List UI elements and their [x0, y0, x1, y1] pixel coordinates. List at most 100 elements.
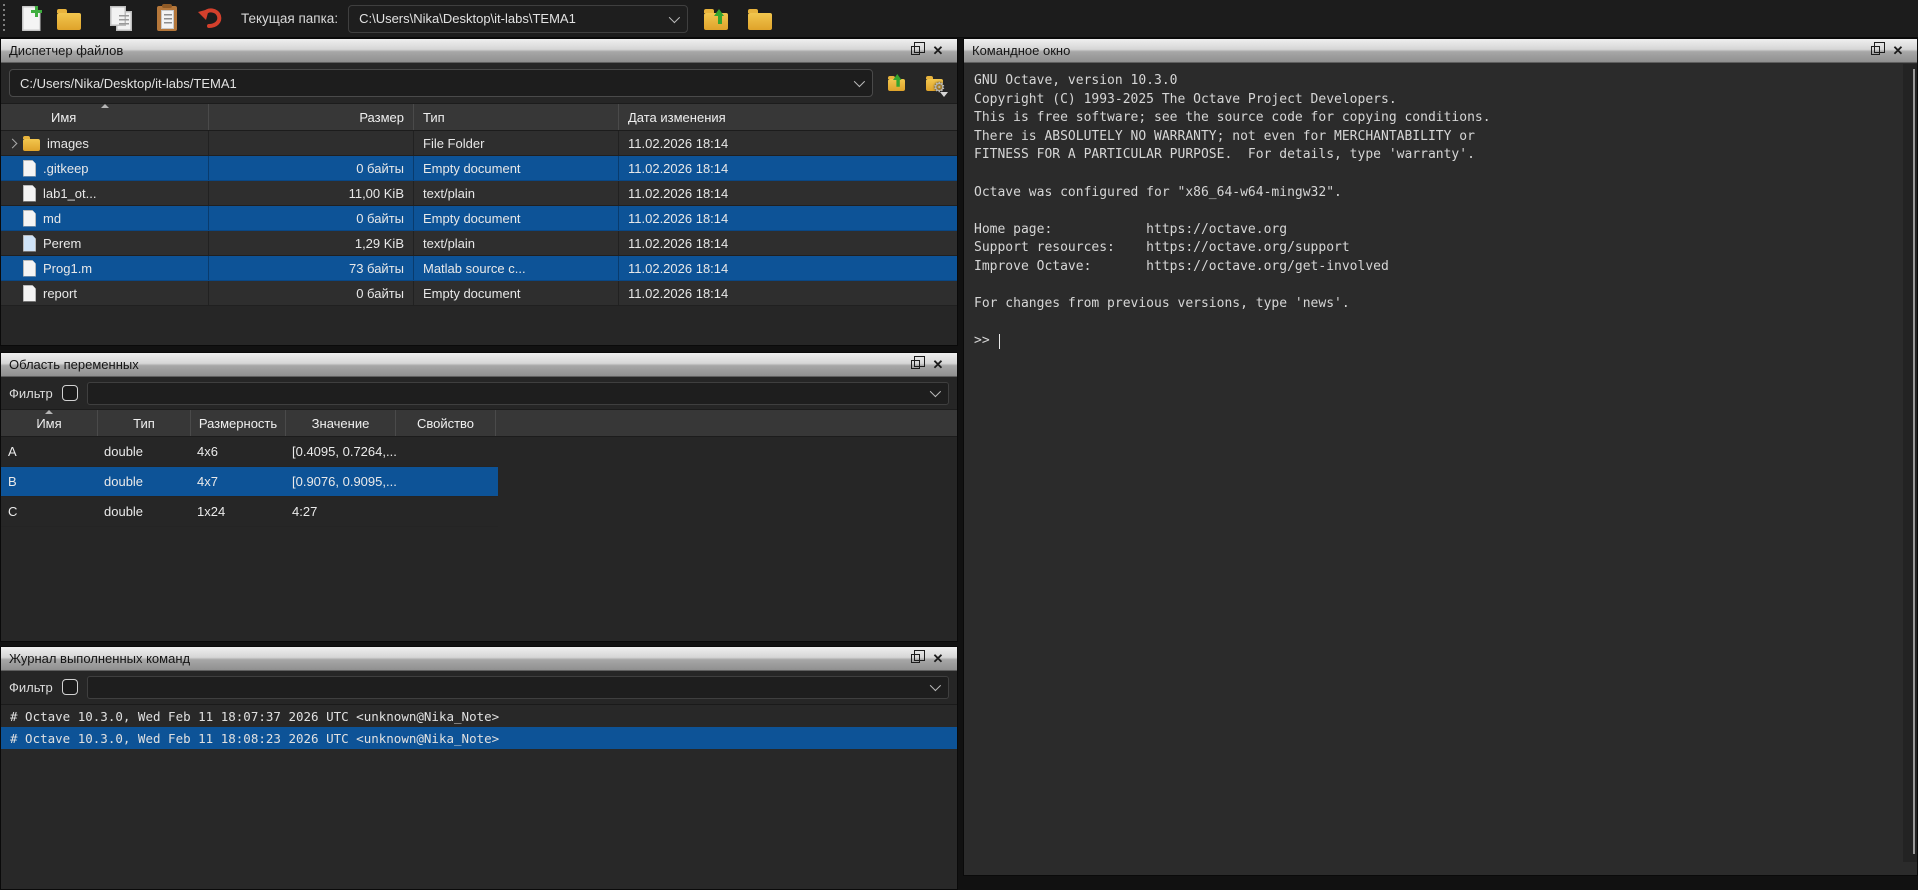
file-date: 11.02.2026 18:14	[619, 231, 957, 255]
copy-button[interactable]	[105, 3, 137, 35]
current-folder-path: C:\Users\Nika\Desktop\it-labs\TEMA1	[359, 11, 659, 26]
column-header-attribute[interactable]: Свойство	[396, 410, 496, 436]
history-filter-row: Фильтр	[1, 671, 957, 703]
folder-up-button[interactable]	[700, 3, 732, 35]
column-header-date[interactable]: Дата изменения	[619, 104, 957, 130]
variable-name: C	[1, 504, 98, 519]
file-row[interactable]: report 0 байты Empty document 11.02.2026…	[1, 281, 957, 306]
file-date: 11.02.2026 18:14	[619, 281, 957, 305]
undock-icon	[911, 46, 920, 55]
file-row[interactable]: Perem 1,29 KiB text/plain 11.02.2026 18:…	[1, 231, 957, 256]
filter-checkbox[interactable]	[62, 385, 78, 401]
file-manager-titlebar: Диспетчер файлов ✕	[1, 39, 957, 63]
workspace-titlebar: Область переменных ✕	[1, 353, 957, 377]
undock-icon	[911, 360, 920, 369]
column-header-name[interactable]: Имя	[1, 104, 209, 130]
command-output: GNU Octave, version 10.3.0 Copyright (C)…	[974, 72, 1903, 314]
close-button[interactable]: ✕	[927, 42, 949, 60]
column-header-value[interactable]: Значение	[286, 410, 396, 436]
file-row[interactable]: md 0 байты Empty document 11.02.2026 18:…	[1, 206, 957, 231]
variable-row[interactable]: A double 4x6 [0.4095, 0.7264,...	[1, 437, 498, 467]
copy-icon	[116, 11, 132, 31]
history-titlebar: Журнал выполненных команд ✕	[1, 647, 957, 671]
column-header-size[interactable]: Размер	[209, 104, 414, 130]
undo-icon	[198, 7, 224, 31]
history-entry[interactable]: # Octave 10.3.0, Wed Feb 11 18:07:37 202…	[1, 705, 957, 727]
file-size	[209, 131, 414, 155]
column-header-type[interactable]: Тип	[414, 104, 619, 130]
file-manager-toolbar: C:/Users/Nika/Desktop/it-labs/TEMA1 ⚙	[1, 63, 957, 103]
column-header-name[interactable]: Имя	[1, 410, 98, 436]
chevron-down-icon	[669, 11, 680, 22]
expand-chevron-icon[interactable]	[8, 138, 18, 148]
filter-combobox[interactable]	[87, 382, 949, 405]
variable-row[interactable]: B double 4x7 [0.9076, 0.9095,...	[1, 467, 498, 497]
file-row[interactable]: Prog1.m 73 байты Matlab source c... 11.0…	[1, 256, 957, 281]
file-name: lab1_ot...	[43, 186, 97, 201]
column-header-type[interactable]: Тип	[98, 410, 191, 436]
file-date: 11.02.2026 18:14	[619, 181, 957, 205]
command-window-titlebar: Командное окно ✕	[964, 39, 1917, 63]
variables-table-header: Имя Тип Размерность Значение Свойство	[1, 409, 957, 437]
panel-title: Область переменных	[9, 357, 905, 372]
variable-row[interactable]: C double 1x24 4:27	[1, 497, 498, 527]
file-name: md	[43, 211, 61, 226]
current-folder-combobox[interactable]: C:\Users\Nika\Desktop\it-labs\TEMA1	[348, 5, 688, 33]
command-window-body[interactable]: GNU Octave, version 10.3.0 Copyright (C)…	[964, 64, 1903, 875]
command-history-panel: Журнал выполненных команд ✕ Фильтр # Oct…	[0, 646, 958, 890]
folder-actions-button[interactable]: ⚙	[919, 70, 949, 96]
close-button[interactable]: ✕	[927, 356, 949, 374]
undock-icon	[1871, 46, 1880, 55]
scrollbar-thumb[interactable]	[1913, 69, 1915, 854]
undock-icon	[911, 654, 920, 663]
chevron-down-icon	[930, 386, 941, 397]
workspace-filter-row: Фильтр	[1, 377, 957, 409]
command-prompt-line[interactable]: >>	[974, 332, 1903, 351]
file-type: File Folder	[414, 131, 619, 155]
file-size: 0 байты	[209, 206, 414, 230]
history-entry-text: # Octave 10.3.0, Wed Feb 11 18:08:23 202…	[10, 731, 499, 746]
plus-icon	[31, 6, 42, 17]
file-path-combobox[interactable]: C:/Users/Nika/Desktop/it-labs/TEMA1	[9, 69, 873, 97]
new-script-button[interactable]	[15, 3, 47, 35]
file-type: text/plain	[414, 231, 619, 255]
file-row[interactable]: lab1_ot... 11,00 KiB text/plain 11.02.20…	[1, 181, 957, 206]
close-button[interactable]: ✕	[1887, 42, 1909, 60]
filter-combobox[interactable]	[87, 676, 949, 699]
history-entry[interactable]: # Octave 10.3.0, Wed Feb 11 18:08:23 202…	[1, 727, 957, 749]
undock-button[interactable]	[905, 356, 927, 374]
variable-type: double	[98, 444, 191, 459]
filter-checkbox[interactable]	[62, 679, 78, 695]
column-header-dimension[interactable]: Размерность	[191, 410, 286, 436]
file-name: Prog1.m	[43, 261, 92, 276]
chevron-down-icon	[930, 680, 941, 691]
variable-name: A	[1, 444, 98, 459]
close-icon: ✕	[933, 358, 944, 371]
file-row[interactable]: .gitkeep 0 байты Empty document 11.02.20…	[1, 156, 957, 181]
toolbar-drag-handle[interactable]	[2, 4, 7, 34]
sort-ascending-icon	[101, 104, 109, 108]
file-row[interactable]: images File Folder 11.02.2026 18:14	[1, 131, 957, 156]
paste-button[interactable]	[151, 3, 183, 35]
file-date: 11.02.2026 18:14	[619, 206, 957, 230]
variable-name: B	[1, 474, 98, 489]
close-button[interactable]: ✕	[927, 650, 949, 668]
folder-gear-icon: ⚙	[926, 79, 943, 91]
vertical-scrollbar[interactable]	[1903, 64, 1917, 862]
history-entry-text: # Octave 10.3.0, Wed Feb 11 18:07:37 202…	[10, 709, 499, 724]
file-date: 11.02.2026 18:14	[619, 156, 957, 180]
paste-icon	[157, 6, 177, 31]
variable-value: 4:27	[286, 504, 396, 519]
one-directory-up-button[interactable]	[881, 70, 911, 96]
undo-button[interactable]	[195, 3, 227, 35]
browse-folder-button[interactable]	[744, 3, 776, 35]
undock-button[interactable]	[905, 650, 927, 668]
sort-ascending-icon	[45, 410, 53, 414]
variables-list: A double 4x6 [0.4095, 0.7264,... B doubl…	[1, 437, 957, 527]
undock-button[interactable]	[905, 42, 927, 60]
undock-button[interactable]	[1865, 42, 1887, 60]
open-file-button[interactable]	[53, 3, 85, 35]
file-list: images File Folder 11.02.2026 18:14 .git…	[1, 131, 957, 306]
variable-value: [0.4095, 0.7264,...	[286, 444, 396, 459]
variable-value: [0.9076, 0.9095,...	[286, 474, 396, 489]
